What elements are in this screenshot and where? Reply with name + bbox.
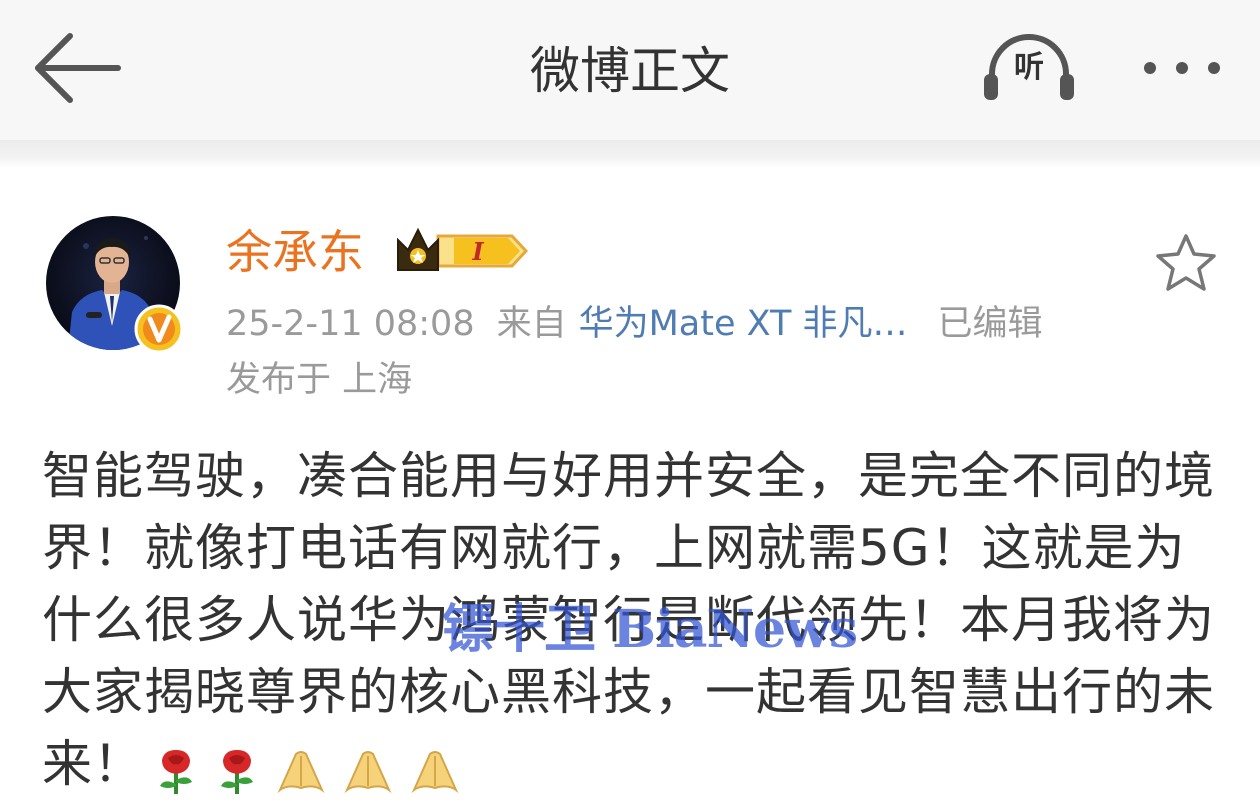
- edited-label[interactable]: 已编辑: [938, 300, 1043, 348]
- vip-level-text: I: [471, 237, 484, 266]
- post-timestamp: 25-2-11 08:08: [226, 304, 475, 344]
- rose-icon: [160, 750, 192, 794]
- topbar-divider: [0, 140, 1260, 168]
- rose-icon: [220, 750, 253, 794]
- favorite-button[interactable]: [1154, 232, 1218, 294]
- vip-level-badge[interactable]: I: [394, 226, 530, 276]
- source-device-link[interactable]: 华为Mate XT 非凡…: [579, 300, 908, 348]
- back-button[interactable]: [28, 30, 124, 106]
- source-prefix: 来自: [496, 304, 567, 344]
- watermark: 镖十卫 BiaNews: [442, 599, 858, 660]
- verified-badge[interactable]: [134, 304, 184, 354]
- author-name[interactable]: 余承东: [226, 220, 364, 284]
- post-meta: 25-2-11 08:08 来自 华为Mate XT 非凡… 已编辑: [226, 300, 1043, 348]
- listen-label: 听: [1014, 50, 1044, 85]
- pray-icon: [411, 751, 459, 794]
- more-options-button[interactable]: [1130, 40, 1234, 96]
- more-dots-icon: [1144, 62, 1220, 74]
- pray-icon: [277, 751, 325, 794]
- post-location: 发布于 上海: [226, 360, 413, 400]
- pray-icon: [344, 751, 392, 794]
- back-arrow-icon: [35, 33, 121, 103]
- star-outline-icon: [1156, 234, 1216, 291]
- verified-v-icon: [134, 304, 184, 354]
- crown-vip-icon: I: [397, 227, 529, 271]
